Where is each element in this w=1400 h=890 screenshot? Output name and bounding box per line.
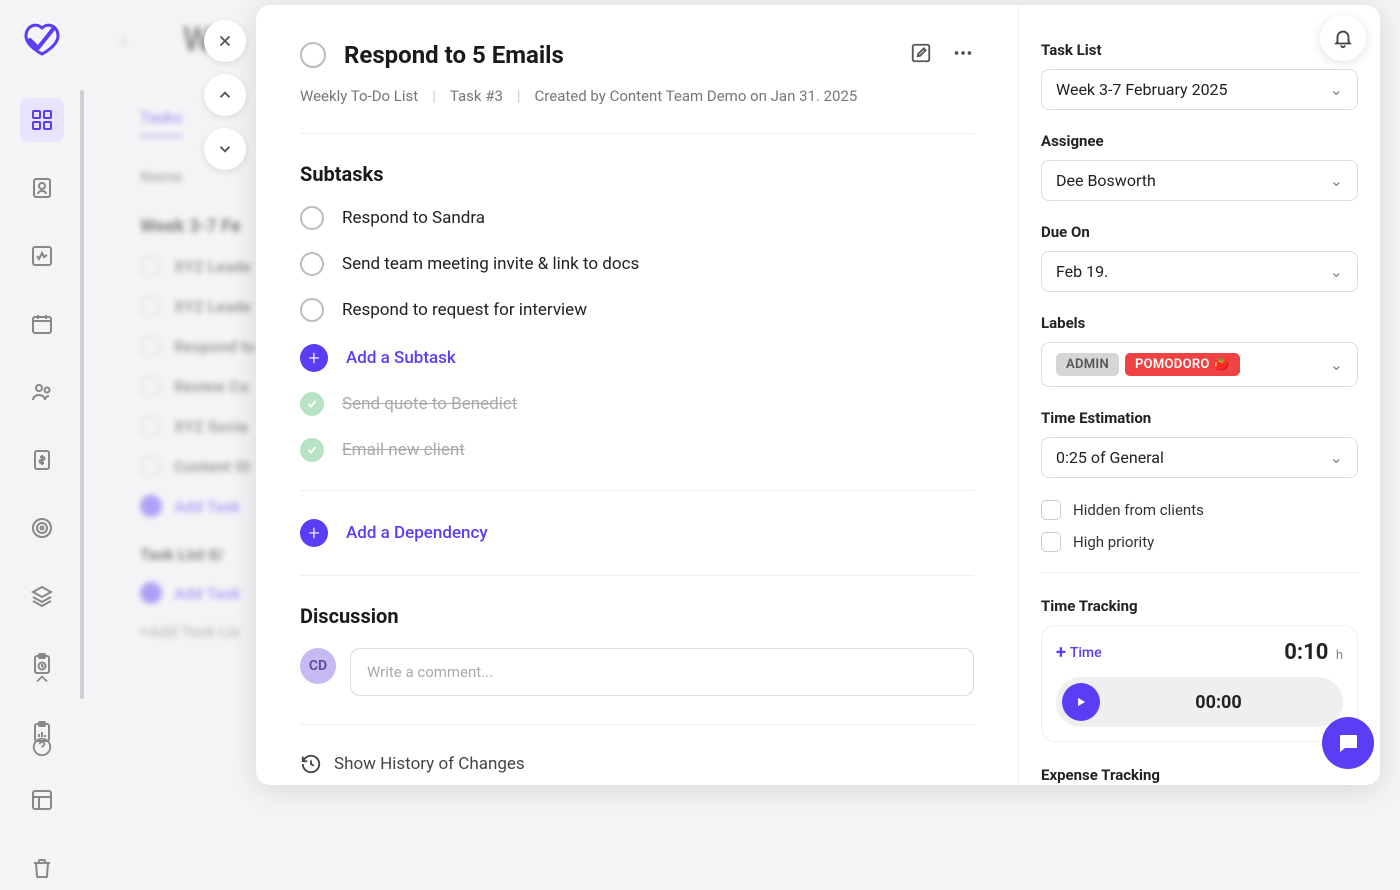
modal-nav-buttons bbox=[204, 20, 246, 170]
chevron-down-icon: ⌄ bbox=[1330, 262, 1343, 281]
dashboard-icon[interactable] bbox=[20, 98, 64, 142]
divider bbox=[1041, 572, 1358, 573]
target-icon[interactable] bbox=[20, 506, 64, 550]
label-chip-admin[interactable]: ADMIN bbox=[1056, 353, 1119, 376]
labels-label: Labels bbox=[1041, 314, 1358, 332]
calendar-icon[interactable] bbox=[20, 302, 64, 346]
layers-icon[interactable] bbox=[20, 574, 64, 618]
plus-icon: + bbox=[300, 519, 328, 547]
edit-icon[interactable] bbox=[910, 42, 932, 68]
priority-checkbox[interactable] bbox=[1041, 532, 1061, 552]
app-sidebar bbox=[0, 0, 84, 789]
task-list-select[interactable]: Week 3-7 February 2025 ⌄ bbox=[1041, 69, 1358, 110]
subtask-label: Respond to Sandra bbox=[342, 208, 485, 228]
subtask-label: Send quote to Benedict bbox=[342, 394, 517, 414]
task-number: Task #3 bbox=[450, 87, 503, 105]
subtask-checkbox[interactable] bbox=[300, 206, 324, 230]
avatar: CD bbox=[300, 648, 336, 684]
next-task-button[interactable] bbox=[204, 128, 246, 170]
hidden-checkbox[interactable] bbox=[1041, 500, 1061, 520]
subtask-label: Send team meeting invite & link to docs bbox=[342, 254, 639, 274]
help-icon[interactable] bbox=[20, 725, 64, 769]
subtask-checkbox[interactable] bbox=[300, 298, 324, 322]
timer-digits: 00:00 bbox=[1100, 692, 1337, 713]
subtask-item-done[interactable]: Send quote to Benedict bbox=[300, 392, 974, 416]
template-icon[interactable] bbox=[20, 778, 64, 822]
task-detail-modal: Respond to 5 Emails Weekly To-Do List | … bbox=[256, 5, 1380, 785]
subtask-item-done[interactable]: Email new client bbox=[300, 438, 974, 462]
finance-icon[interactable] bbox=[20, 438, 64, 482]
label-chip-pomodoro[interactable]: POMODORO 🍅 bbox=[1125, 353, 1240, 376]
task-main-panel: Respond to 5 Emails Weekly To-Do List | … bbox=[256, 5, 1018, 785]
labels-select[interactable]: ADMIN POMODORO 🍅 ⌄ bbox=[1041, 342, 1358, 387]
show-history-button[interactable]: Show History of Changes bbox=[300, 753, 974, 775]
chat-icon bbox=[1336, 731, 1360, 755]
play-button[interactable] bbox=[1062, 683, 1100, 721]
divider bbox=[300, 490, 974, 491]
subtask-checkbox-done[interactable] bbox=[300, 438, 324, 462]
time-est-select[interactable]: 0:25 of General ⌄ bbox=[1041, 437, 1358, 478]
app-logo bbox=[22, 18, 62, 58]
contacts-icon[interactable] bbox=[20, 166, 64, 210]
time-tracking-label: Time Tracking bbox=[1041, 597, 1358, 615]
trash-icon[interactable] bbox=[20, 846, 64, 890]
breadcrumb-list[interactable]: Weekly To-Do List bbox=[300, 87, 418, 105]
time-est-label: Time Estimation bbox=[1041, 409, 1358, 427]
task-title[interactable]: Respond to 5 Emails bbox=[344, 41, 892, 69]
subtask-label: Email new client bbox=[342, 440, 465, 460]
hidden-checkbox-row[interactable]: Hidden from clients bbox=[1041, 500, 1358, 520]
divider bbox=[300, 724, 974, 725]
task-side-panel: Task List Week 3-7 February 2025 ⌄ Assig… bbox=[1018, 5, 1380, 785]
due-select[interactable]: Feb 19. ⌄ bbox=[1041, 251, 1358, 292]
subtask-label: Respond to request for interview bbox=[342, 300, 587, 320]
bell-icon bbox=[1332, 27, 1354, 49]
divider bbox=[300, 575, 974, 576]
task-complete-checkbox[interactable] bbox=[300, 42, 326, 68]
task-created: Created by Content Team Demo on Jan 31. … bbox=[535, 87, 858, 105]
subtask-checkbox-done[interactable] bbox=[300, 392, 324, 416]
expense-tracking-label: Expense Tracking bbox=[1041, 766, 1358, 784]
notifications-button[interactable] bbox=[1320, 15, 1366, 61]
history-icon bbox=[300, 753, 322, 775]
add-time-button[interactable]: +Time bbox=[1056, 642, 1102, 663]
due-label: Due On bbox=[1041, 223, 1358, 241]
team-icon[interactable] bbox=[20, 370, 64, 414]
chat-button[interactable] bbox=[1322, 717, 1374, 769]
discussion-heading: Discussion bbox=[300, 604, 974, 628]
add-dependency-button[interactable]: + Add a Dependency bbox=[300, 519, 974, 547]
plus-icon: + bbox=[300, 344, 328, 372]
add-subtask-button[interactable]: + Add a Subtask bbox=[300, 344, 974, 372]
time-tracking-card: +Time 0:10 h 00:00 bbox=[1041, 625, 1358, 742]
subtask-item[interactable]: Send team meeting invite & link to docs bbox=[300, 252, 974, 276]
chevron-down-icon: ⌄ bbox=[1330, 171, 1343, 190]
task-meta: Weekly To-Do List | Task #3 | Created by… bbox=[300, 87, 974, 105]
prev-task-button[interactable] bbox=[204, 74, 246, 116]
subtask-checkbox[interactable] bbox=[300, 252, 324, 276]
chevron-down-icon: ⌄ bbox=[1330, 448, 1343, 467]
sidebar-scrollbar[interactable] bbox=[80, 90, 84, 699]
timer-bar: 00:00 bbox=[1056, 677, 1343, 727]
assignee-label: Assignee bbox=[1041, 132, 1358, 150]
chevron-down-icon: ⌄ bbox=[1330, 355, 1343, 374]
close-button[interactable] bbox=[204, 20, 246, 62]
sidebar-bottom bbox=[20, 657, 64, 769]
divider bbox=[300, 133, 974, 134]
subtask-item[interactable]: Respond to Sandra bbox=[300, 206, 974, 230]
task-list-label: Task List bbox=[1041, 41, 1358, 59]
chevron-down-icon: ⌄ bbox=[1330, 80, 1343, 99]
more-icon[interactable] bbox=[952, 42, 974, 68]
subtasks-heading: Subtasks bbox=[300, 162, 974, 186]
subtask-item[interactable]: Respond to request for interview bbox=[300, 298, 974, 322]
assignee-select[interactable]: Dee Bosworth ⌄ bbox=[1041, 160, 1358, 201]
priority-checkbox-row[interactable]: High priority bbox=[1041, 532, 1358, 552]
sidebar-nav bbox=[20, 98, 64, 890]
collapse-icon[interactable] bbox=[20, 657, 64, 701]
tracked-time-value: 0:10 h bbox=[1284, 640, 1343, 665]
comment-input[interactable]: Write a comment... bbox=[350, 648, 974, 696]
activity-icon[interactable] bbox=[20, 234, 64, 278]
